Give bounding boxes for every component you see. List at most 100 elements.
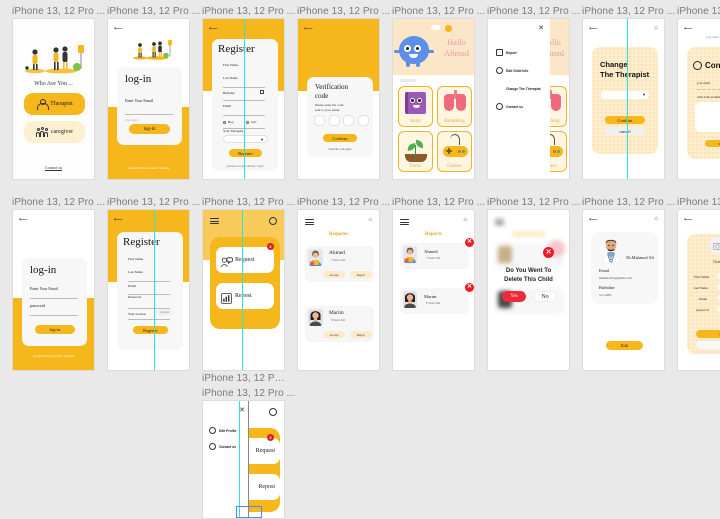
password-input[interactable] [30,309,78,316]
code-input-2[interactable] [328,115,340,126]
frame-who-are-you[interactable]: iPhone 13, 12 Pro ... Who Are You ... Th… [12,5,105,180]
menu-icon[interactable] [210,218,219,226]
menu-icon[interactable] [400,219,409,227]
resend-link[interactable]: Send the code again [307,147,373,151]
side-menu[interactable]: ✕ Report Edit Child Info Change The Ther… [488,19,550,179]
table-row[interactable]: Marim 8 Years Old Accept Reject [305,306,374,342]
frame-login-email[interactable]: iPhone 13, 12 Pro ... ⟵ log-in Enter You… [107,5,200,180]
screen-who-are-you[interactable]: Who Are You ... Therapist caregiver Cont… [12,18,95,180]
side-menu[interactable]: ✕ Edit Profile Contact us [203,401,249,518]
upload-button[interactable]: Upload [156,309,173,316]
login-button[interactable]: log-in [129,124,170,134]
frame-delete-dialog[interactable]: iPhone 13, 12 Pro ... ✕ Do You Went To D… [487,196,580,371]
close-icon[interactable]: ✕ [538,25,544,32]
girl-radio[interactable] [246,121,249,124]
back-icon[interactable]: ⟵ [19,217,28,223]
no-button[interactable]: No [533,291,557,302]
frame-register-child[interactable]: iPhone 13, 12 Pro ... ⟵ Register First N… [202,5,295,180]
email-input[interactable]: your email [125,108,173,122]
menu-item-report[interactable]: Report [496,49,517,56]
repost-button[interactable]: Repost [216,283,274,309]
screen-reports[interactable]: ⌂ Reports Ahmed 7 Years Old ✕ Marim 8 Ye… [392,209,475,371]
contact-us-link[interactable]: Contact us [13,165,94,170]
reject-button[interactable]: Reject [350,331,372,338]
cancel-button[interactable]: cancel [605,127,645,135]
screen-login-email[interactable]: ⟵ log-in Enter Your Email your email log… [107,18,190,180]
screen-change-profile[interactable]: ⟵ Change pic First Name last Name Email … [677,209,720,371]
tile-breathing[interactable]: Breathing [437,86,472,127]
home-icon[interactable]: ⌂ [654,25,658,31]
home-icon[interactable]: ⌂ [368,217,372,223]
close-icon[interactable]: ✕ [239,407,245,414]
confirm-button[interactable]: Confirm [605,116,645,124]
screen-register-therapist[interactable]: ⟵ Register First Name Last Name Email Pa… [107,209,190,371]
boy-radio[interactable] [223,121,226,124]
edit-button[interactable]: Edit [606,341,643,350]
home-icon[interactable]: ⌂ [654,216,658,222]
confirm-button[interactable]: Confirm [323,134,357,142]
caregiver-button[interactable]: caregiver [24,121,85,143]
menu-item-change-therapist[interactable]: Change The Therapist [496,85,541,92]
delete-icon[interactable]: ✕ [465,283,474,292]
screen-therapist-menu[interactable]: Request 2 Repost ✕ Edit Profile Contact … [202,400,285,519]
back-icon[interactable]: ⟵ [684,26,693,32]
back-icon[interactable]: ⟵ [209,26,218,32]
home-icon[interactable]: ⌂ [463,217,467,223]
code-input-3[interactable] [343,115,354,126]
back-icon[interactable]: ⟵ [589,26,598,32]
frame-kid-home[interactable]: iPhone 13, 12 Pro ... Hallo Ahmad Story [392,5,485,180]
back-icon[interactable]: ⟵ [684,217,693,223]
selection-rectangle[interactable] [236,506,262,518]
back-icon[interactable]: ⟵ [114,217,123,223]
therapist-button[interactable]: Therapist [24,93,85,115]
frame-register-therapist[interactable]: iPhone 13, 12 Pro ... ⟵ Register First N… [107,196,200,371]
tile-farm[interactable]: Farm [398,131,433,172]
menu-item-edit-child-info[interactable]: Edit Child Info [496,67,528,74]
frame-change-profile[interactable]: iPhone 13, 12 Pro ... ⟵ Change pic First… [677,196,720,371]
photo-icon[interactable] [709,237,720,254]
accept-button[interactable]: Accept [323,331,345,338]
accept-button[interactable]: Accept [323,271,345,278]
table-row[interactable]: Ahmed 7 Years Old ✕ [400,238,474,269]
frame-requests[interactable]: iPhone 13, 12 Pro ... ⌂ Requstes Ahmed 7… [297,196,390,371]
login-link[interactable]: you have account already ! log in [212,165,278,168]
frame-doctor-profile[interactable]: iPhone 13, 12 Pro ... ⟵ ⌂ Dr.Mahmod Ali … [582,196,675,371]
yes-button[interactable]: Yes [502,291,526,302]
tile-story[interactable]: Story [398,86,433,127]
screen-change-therapist[interactable]: ⟵ ⌂ Change The Therapist ▼ Confirm cance… [582,18,665,180]
therapist-select[interactable]: ▼ [223,135,268,143]
screen-kid-menu[interactable]: Hallo Ahmad Breathing Games ✕ Report [487,18,570,180]
screen-requests[interactable]: ⌂ Requstes Ahmed 7 Years Old Accept Reje… [297,209,380,371]
request-button[interactable]: Request [216,247,274,273]
menu-item-contact-us[interactable]: Contact us [209,443,236,450]
frame-change-therapist[interactable]: iPhone 13, 12 Pro ... ⟵ ⌂ Change The The… [582,5,675,180]
register-button[interactable]: Register [133,326,168,334]
delete-icon[interactable]: ✕ [465,238,474,247]
email-input[interactable] [697,89,720,90]
confirm-button[interactable]: Confirm [696,330,720,338]
code-input-4[interactable] [357,115,369,126]
login-button[interactable]: log-in [35,325,75,334]
therapist-select[interactable]: ▼ [601,91,649,99]
screen-doctor-profile[interactable]: ⟵ ⌂ Dr.Mahmod Ali Email mahmod12@gmail.c… [582,209,665,371]
menu-item-contact-us[interactable]: Contact us [496,103,523,110]
table-row[interactable]: Marim 8 Years Old ✕ [400,283,474,314]
back-icon[interactable]: ⟵ [304,26,313,32]
frame-contact-us[interactable]: iPhone 13, 12 Pro ... ⟵ your email Conta… [677,5,720,180]
register-link[interactable]: you don't have account ! Register [13,354,94,358]
back-icon[interactable]: ⟵ [114,26,123,32]
code-input-1[interactable] [314,115,325,126]
calendar-icon[interactable] [260,90,264,94]
profile-icon[interactable] [269,217,277,225]
frame-therapist-home[interactable]: iPhone 13, 12 Pro ... Request 2 Repost [202,196,295,371]
frame-kid-menu[interactable]: iPhone 13, 12 Pro ... Hallo Ahmad Breath… [487,5,580,180]
signup-link[interactable]: you don't have account ! sing-up [108,166,189,170]
screen-contact-us[interactable]: ⟵ your email Contact us your email what … [677,18,720,180]
send-button[interactable]: send [705,140,720,147]
profile-icon[interactable] [269,408,277,416]
frame-therapist-menu[interactable]: iPhone 13, 12 Pro ... Request 2 Repost ✕… [202,387,295,519]
reject-button[interactable]: Reject [350,271,372,278]
back-icon[interactable]: ⟵ [589,217,598,223]
screen-therapist-home[interactable]: Request 2 Repost [202,209,285,371]
register-button[interactable]: Register [229,149,262,157]
